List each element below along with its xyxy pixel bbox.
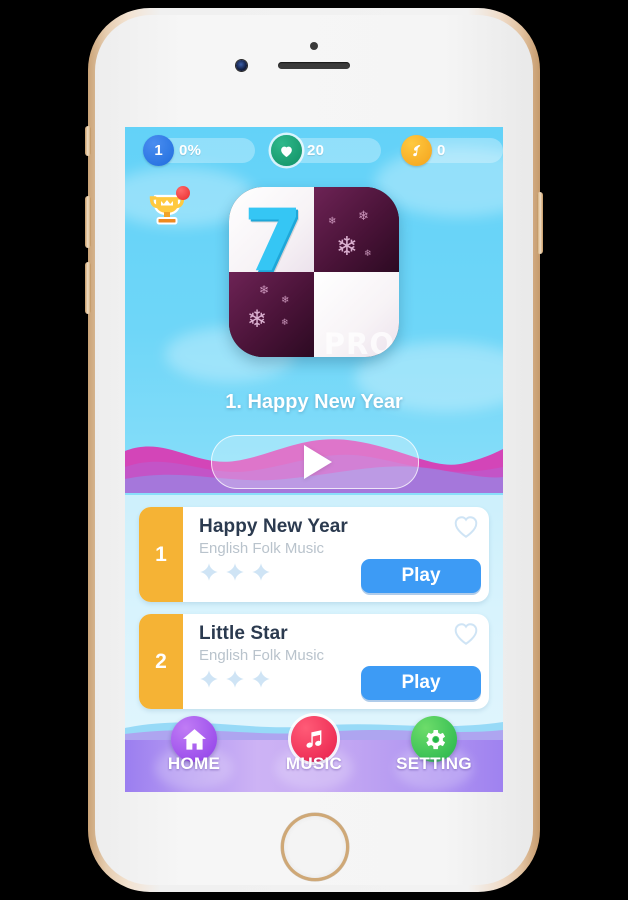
song-index: 1 xyxy=(139,507,183,602)
home-button[interactable] xyxy=(281,813,349,881)
level-badge: 1 xyxy=(143,135,174,166)
star-icon xyxy=(226,563,244,581)
volume-up-button[interactable] xyxy=(85,196,91,248)
favorite-button[interactable] xyxy=(453,622,479,651)
coins-pill[interactable]: 0 xyxy=(401,135,503,166)
status-bar: 1 0% 20 0 xyxy=(125,127,503,175)
song-play-button[interactable]: Play xyxy=(361,666,481,700)
music-note-icon xyxy=(401,135,432,166)
heart-outline-icon xyxy=(454,623,478,645)
snowflake-icon: ❄ xyxy=(364,248,372,258)
icon-tile-white-1: 7 xyxy=(229,187,314,272)
trophy-button[interactable] xyxy=(145,186,190,231)
screenshot-root: 1 0% 20 0 7 ❄ ❄ ❄ ❄ ❄ ❄ ❄ ❄ PRO 1. Happy… xyxy=(0,0,628,900)
lives-pill[interactable]: 20 xyxy=(271,135,381,166)
phone-screen: 1 0% 20 0 7 ❄ ❄ ❄ ❄ ❄ ❄ ❄ ❄ PRO 1. Happy… xyxy=(125,127,503,792)
snowflake-icon: ❄ xyxy=(259,283,270,297)
play-triangle-icon xyxy=(304,445,332,479)
song-artist: English Folk Music xyxy=(199,647,325,664)
song-list-item[interactable]: 1 Happy New Year English Folk Music Play xyxy=(139,507,489,602)
song-index: 2 xyxy=(139,614,183,709)
heart-icon xyxy=(271,135,302,166)
icon-tile-dark-1: ❄ ❄ ❄ ❄ xyxy=(314,187,399,272)
star-icon xyxy=(200,563,218,581)
snowflake-icon: ❄ xyxy=(281,317,289,327)
proximity-sensor xyxy=(310,42,318,50)
volume-down-button[interactable] xyxy=(85,262,91,314)
star-icon xyxy=(252,563,270,581)
now-playing-title: 1. Happy New Year xyxy=(225,391,403,413)
earpiece-speaker xyxy=(278,62,350,69)
level-progress-pill[interactable]: 1 0% xyxy=(143,135,255,166)
notification-dot xyxy=(176,186,190,200)
song-title: Little Star xyxy=(199,623,288,644)
nav-label-setting: SETTING xyxy=(396,754,472,773)
song-play-button[interactable]: Play xyxy=(361,559,481,593)
icon-tile-white-2: PRO xyxy=(314,272,399,357)
lives-value: 20 xyxy=(307,142,325,159)
silent-switch[interactable] xyxy=(85,126,91,156)
nav-label-home: HOME xyxy=(167,754,221,773)
coins-value: 0 xyxy=(437,142,446,159)
star-icon xyxy=(226,670,244,688)
song-artist: English Folk Music xyxy=(199,540,325,557)
power-button[interactable] xyxy=(537,192,543,254)
nav-item-home[interactable]: HOME xyxy=(139,716,249,792)
nav-item-music[interactable]: MUSIC xyxy=(259,716,369,792)
snowflake-icon: ❄ xyxy=(281,295,290,306)
snowflake-icon: ❄ xyxy=(328,216,337,227)
snowflake-icon: ❄ xyxy=(336,231,358,261)
star-icon xyxy=(200,670,218,688)
song-info: Happy New Year English Folk Music Play xyxy=(183,507,489,602)
icon-number: 7 xyxy=(243,191,303,272)
icon-tile-dark-2: ❄ ❄ ❄ ❄ xyxy=(229,272,314,357)
front-camera xyxy=(236,60,247,71)
snowflake-icon: ❄ xyxy=(358,208,369,223)
song-list-item[interactable]: 2 Little Star English Folk Music Play xyxy=(139,614,489,709)
play-button[interactable] xyxy=(211,435,419,489)
nav-label-music: MUSIC xyxy=(285,754,343,773)
level-progress-value: 0% xyxy=(179,142,202,159)
snowflake-icon: ❄ xyxy=(247,306,268,333)
star-icon xyxy=(252,670,270,688)
app-icon[interactable]: 7 ❄ ❄ ❄ ❄ ❄ ❄ ❄ ❄ PRO xyxy=(229,187,399,357)
song-info: Little Star English Folk Music Play xyxy=(183,614,489,709)
heart-outline-icon xyxy=(454,516,478,538)
song-title: Happy New Year xyxy=(199,516,348,537)
icon-pro-label: PRO xyxy=(323,327,395,357)
nav-item-setting[interactable]: SETTING xyxy=(379,716,489,792)
favorite-button[interactable] xyxy=(453,515,479,544)
